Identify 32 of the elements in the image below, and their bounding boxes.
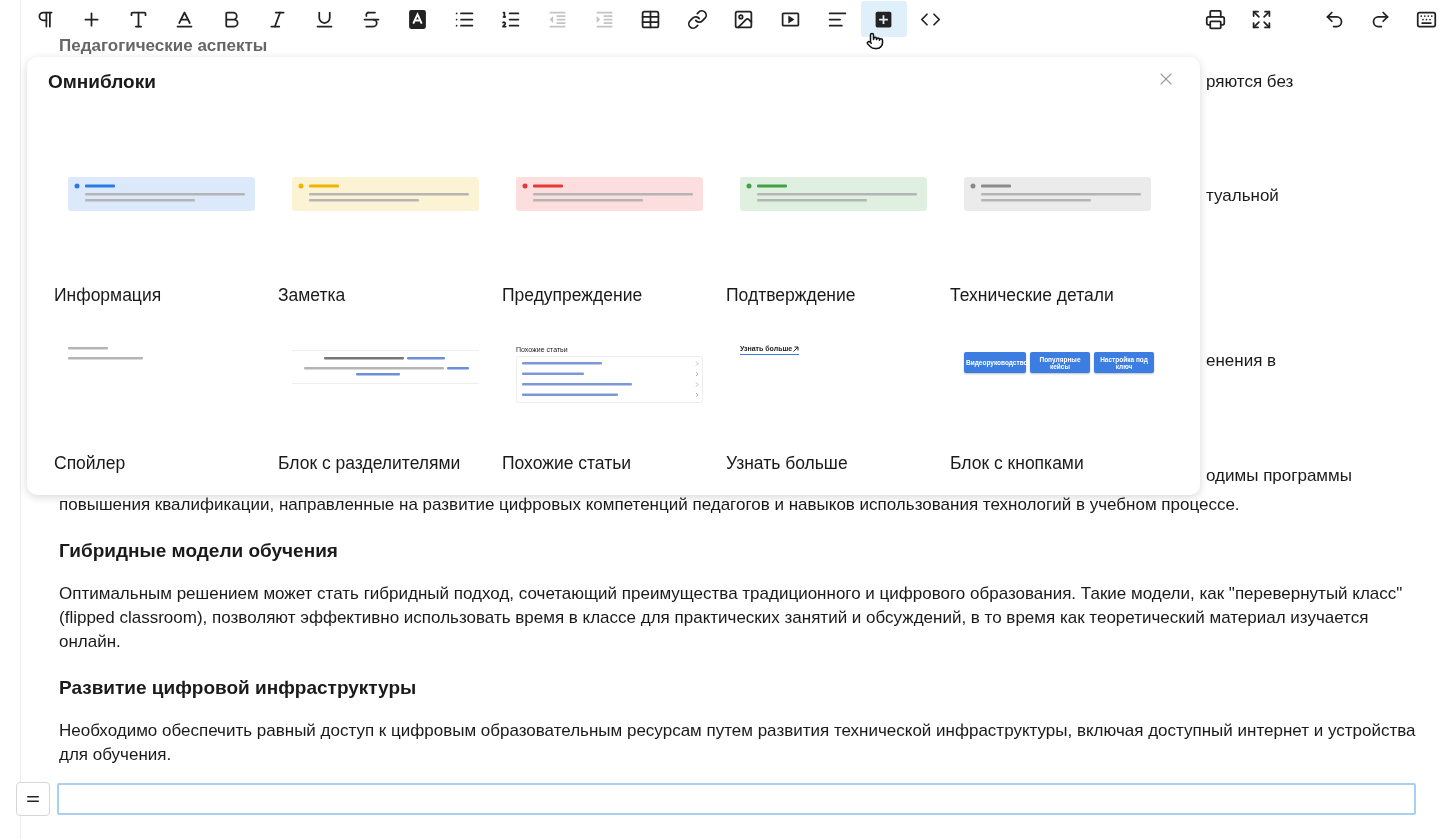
toolbar-button[interactable] — [860, 1, 907, 37]
print-icon — [1204, 8, 1226, 30]
block-option[interactable]: Технические детали — [950, 285, 1174, 305]
popup-title: Омниблоки — [48, 71, 156, 93]
paragraph-text: повышения квалификации, направленные на развитие цифровых компетенций педагогов и навыков использования технологий в учебном процессе. — [59, 494, 1241, 516]
block-menu-button[interactable] — [16, 782, 50, 816]
input-field[interactable] — [57, 783, 1416, 815]
block-option[interactable]: Спойлер — [54, 453, 278, 473]
section-heading: Развитие цифровой инфраструктуры — [59, 676, 418, 700]
highlight-icon — [407, 8, 429, 30]
section-heading: Гибридные модели обучения — [59, 539, 339, 563]
block-option[interactable]: Узнать больше — [726, 453, 950, 473]
paragraph-text: ряются без — [1206, 71, 1295, 93]
image-icon — [733, 8, 755, 30]
paragraph-text: туальной — [1206, 185, 1280, 207]
block-option[interactable]: Подтверждение — [726, 285, 950, 305]
block-option[interactable]: Предупреждение — [502, 285, 726, 305]
block-option[interactable]: Похожие статьи — [502, 453, 726, 473]
link-icon — [686, 8, 708, 30]
block-option[interactable]: Блок с разделителями — [278, 453, 502, 473]
paragraph-text: Оптимальным решением может стать гибридный подход, сочетающий преимущества традиционного и цифрового образования. Такие модели, как "перевернутый класс" (flipped classroom), позволяют эффективно использовать время в классе для практических занятий и обсуждений, в то время как теоретический материал изучается онлайн. — [59, 583, 1404, 653]
section-heading: Педагогические аспекты — [59, 36, 268, 56]
block-option[interactable]: Заметка — [278, 285, 502, 305]
table-icon — [640, 8, 662, 30]
paragraph-text: одимы программы — [1206, 465, 1353, 487]
block-option[interactable]: Блок с кнопками — [950, 453, 1174, 473]
pointer-cursor-icon — [866, 32, 884, 50]
arrow-up-right-icon — [793, 346, 800, 352]
paragraph-text: Необходимо обеспечить равный доступ к цифровым образовательным ресурсам путем развития технической инфраструктуры, включая доступный интернет и устройства для обучения. — [59, 720, 1417, 766]
paragraph-text: енения в — [1206, 350, 1278, 372]
block-option[interactable]: Информация — [54, 285, 278, 305]
fullscreen-icon — [1250, 8, 1272, 30]
